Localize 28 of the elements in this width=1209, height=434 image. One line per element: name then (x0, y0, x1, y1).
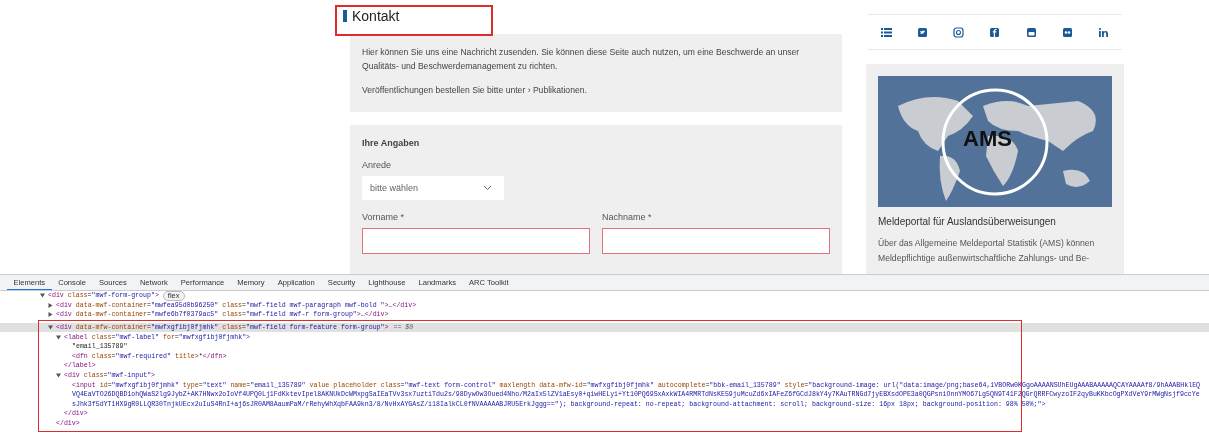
linkedin-icon[interactable] (1097, 26, 1109, 38)
intro-text: Hier können Sie uns eine Nachricht zusenden. Sie können diese Seite auch nutzen, um eine Beschwerde an unser Qualitäts- und Beschwerdemanagement zu richten. (362, 45, 801, 73)
expanded-arrow-icon[interactable] (48, 325, 53, 331)
heading-marker (343, 9, 347, 22)
chevron-down-icon (483, 185, 492, 191)
expanded-arrow-icon[interactable] (56, 373, 61, 379)
field-label: Anrede (362, 160, 393, 170)
expanded-arrow-icon[interactable] (56, 334, 61, 340)
publications-link[interactable]: › Publikationen (527, 84, 585, 95)
logo-text: AMS (963, 126, 1012, 152)
facebook-icon[interactable] (989, 26, 1001, 38)
collapsed-arrow-icon[interactable] (48, 312, 53, 318)
instagram-icon[interactable] (953, 26, 965, 38)
field-label: Vorname * (362, 212, 406, 222)
expanded-arrow-icon[interactable] (40, 293, 45, 299)
teaser-text: Über das Allgemeine Meldeportal Statistik (AMS) können Meldepflichtige außenwirtschaftliche Zahlungs- und Be- (878, 237, 1096, 265)
text-input[interactable] (602, 228, 830, 254)
collapsed-arrow-icon[interactable] (48, 302, 53, 308)
order-hint-text: Veröffentlichungen bestellen Sie bitte unter › Publikationen. (362, 83, 588, 97)
flickr-icon[interactable] (1061, 26, 1073, 38)
twitter-icon[interactable] (917, 26, 929, 38)
page-heading: Kontakt (352, 7, 400, 24)
list-icon[interactable] (881, 26, 892, 38)
section-title: Ihre Angaben (362, 138, 421, 148)
text-input[interactable] (362, 228, 590, 254)
teaser-title: Meldeportal für Auslandsüberweisungen (878, 216, 1057, 227)
salutation-select[interactable]: bitte wählen (362, 176, 504, 200)
field-label: Nachname * (602, 212, 653, 222)
